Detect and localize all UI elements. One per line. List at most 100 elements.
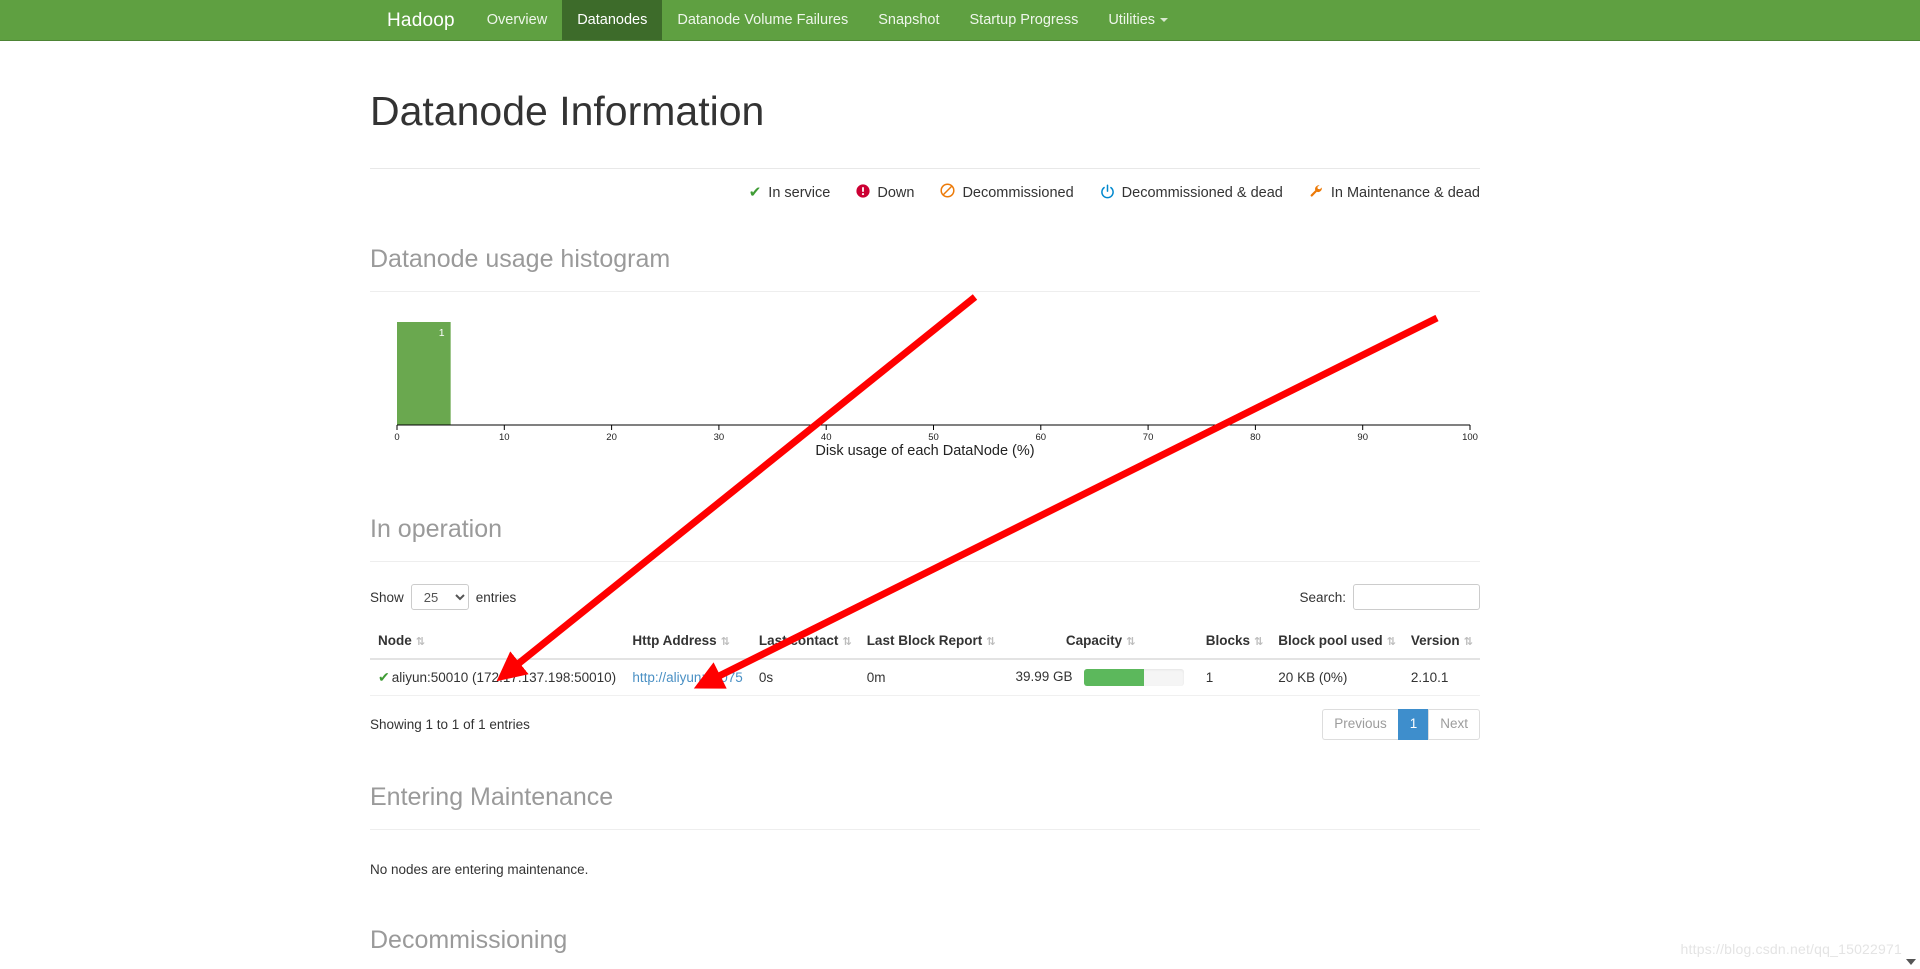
main-container: Datanode Information ✔ In service Down D…: [370, 41, 1480, 955]
col-header-version[interactable]: Version ⇅: [1402, 624, 1480, 661]
sort-icon-last-contact: ⇅: [842, 635, 851, 649]
col-header-node[interactable]: Node ⇅: [370, 624, 625, 661]
status-legend: ✔ In service Down Decommissioned Decommi…: [370, 169, 1480, 202]
page-size-select[interactable]: 2550100: [410, 584, 469, 611]
table-row: ✔ aliyun:50010 (172.17.137.198:50010) http…: [370, 659, 1480, 697]
nav-label-utilities: Utilities: [1108, 12, 1156, 28]
page-title: Datanode Information: [370, 88, 765, 134]
in-operation-divider: [370, 561, 1480, 563]
histogram-tick-label-2: 20: [606, 432, 617, 443]
top-navbar: Hadoop Overview Datanodes Datanode Volum…: [0, 0, 1920, 41]
table-controls: Show 2550100 entries Search:: [370, 584, 1480, 611]
check-icon: ✔: [378, 669, 390, 686]
brand-hadoop[interactable]: Hadoop: [370, 0, 472, 40]
entering-maintenance-divider: [370, 828, 1480, 830]
nav-item-datanode-volume-failures[interactable]: Datanode Volume Failures: [662, 0, 863, 40]
capacity-value: 39.99 GB: [1015, 669, 1073, 685]
show-entries-control: Show 2550100 entries: [370, 584, 517, 611]
nav-item-datanodes[interactable]: Datanodes: [562, 0, 663, 40]
histogram-tick-label-0: 0: [394, 432, 399, 443]
col-header-blocks[interactable]: Blocks ⇅: [1197, 624, 1271, 661]
cell-http-address: http://aliyun:50075: [624, 659, 751, 697]
histogram-tick-label-4: 40: [821, 432, 832, 443]
chevron-down-icon: [1160, 18, 1169, 23]
histogram-bar-label-0: 1: [439, 327, 445, 339]
http-address-link[interactable]: http://aliyun:50075: [632, 670, 742, 685]
histogram-tick-label-7: 70: [1143, 432, 1154, 443]
col-label-block-pool-used: Block pool used: [1278, 633, 1383, 649]
nav-label-datanodes: Datanodes: [577, 12, 648, 28]
col-label-blocks: Blocks: [1205, 633, 1251, 649]
cell-version: 2.10.1: [1402, 659, 1480, 697]
entries-label: entries: [475, 589, 517, 605]
section-heading-entering-maintenance: Entering Maintenance: [370, 782, 614, 811]
sort-icon-last-block-report: ⇅: [986, 635, 995, 649]
legend-label-decommissioned: Decommissioned: [962, 184, 1074, 201]
legend-item-decommissioned: Decommissioned: [940, 183, 1074, 202]
table-head: Node ⇅ Http Address ⇅ Last contact ⇅ Last B…: [370, 624, 1480, 661]
nav-item-startup-progress[interactable]: Startup Progress: [955, 0, 1094, 40]
col-label-version: Version: [1410, 633, 1460, 649]
histogram-tick-label-1: 10: [499, 432, 510, 443]
histogram-x-axis-label: Disk usage of each DataNode (%): [815, 443, 1034, 459]
scroll-down-arrow-icon[interactable]: [1906, 959, 1916, 965]
power-icon: [1100, 184, 1115, 202]
search-control: Search:: [1299, 584, 1480, 611]
show-label: Show: [370, 589, 404, 605]
watermark: https://blog.csdn.net/qq_15022971: [1680, 941, 1902, 957]
histogram-tick-label-3: 30: [714, 432, 725, 443]
col-header-block-pool-used[interactable]: Block pool used ⇅: [1270, 624, 1403, 661]
col-label-capacity: Capacity: [1065, 633, 1123, 649]
search-input[interactable]: [1353, 584, 1480, 611]
pagination-page-1[interactable]: 1: [1397, 709, 1429, 740]
cell-node: ✔ aliyun:50010 (172.17.137.198:50010): [370, 659, 625, 697]
sort-icon-version: ⇅: [1463, 635, 1473, 649]
sort-icon-http-address: ⇅: [720, 635, 730, 649]
col-header-capacity[interactable]: Capacity ⇅: [1002, 624, 1198, 661]
decommission-icon: [940, 183, 955, 202]
node-name: aliyun:50010 (172.17.137.198:50010): [391, 670, 617, 686]
col-label-last-contact: Last contact: [758, 633, 839, 649]
col-header-http-address[interactable]: Http Address ⇅: [624, 624, 751, 661]
cell-last-contact: 0s: [750, 659, 859, 697]
legend-label-down: Down: [877, 184, 915, 201]
down-icon: [856, 184, 870, 201]
legend-label-decommissioned-dead: Decommissioned & dead: [1121, 184, 1283, 201]
nav-label-overview: Overview: [486, 12, 548, 28]
sort-icon-block-pool-used: ⇅: [1386, 635, 1396, 649]
histogram-tick-label-10: 100: [1462, 432, 1478, 443]
datanodes-table: Node ⇅ Http Address ⇅ Last contact ⇅ Last B…: [370, 624, 1480, 697]
pagination-next[interactable]: Next: [1428, 709, 1480, 740]
entering-maintenance-empty-message: No nodes are entering maintenance.: [370, 861, 589, 877]
table-footer: Showing 1 to 1 of 1 entries Previous 1 N…: [370, 709, 1480, 740]
col-label-last-block-report: Last Block Report: [866, 633, 983, 649]
histogram-tick-label-8: 80: [1250, 432, 1261, 443]
col-header-last-contact[interactable]: Last contact ⇅: [750, 624, 859, 661]
sort-icon-blocks: ⇅: [1254, 635, 1263, 649]
cell-blocks: 1: [1197, 659, 1271, 697]
nav-label-startup-progress: Startup Progress: [969, 12, 1079, 28]
nav-label-datanode-volume-failures: Datanode Volume Failures: [677, 12, 849, 28]
histogram-tick-label-9: 90: [1357, 432, 1368, 443]
nav-item-snapshot[interactable]: Snapshot: [863, 0, 954, 40]
cell-block-pool-used: 20 KB (0%): [1270, 659, 1403, 697]
pagination-previous[interactable]: Previous: [1322, 709, 1398, 740]
table-info: Showing 1 to 1 of 1 entries: [370, 717, 530, 733]
check-icon: ✔: [748, 184, 762, 202]
sort-icon-node: ⇅: [415, 635, 425, 649]
col-header-last-block-report[interactable]: Last Block Report ⇅: [858, 624, 1003, 661]
nav-item-overview[interactable]: Overview: [472, 0, 562, 40]
section-heading-in-operation: In operation: [370, 515, 503, 544]
nav-item-utilities[interactable]: Utilities: [1093, 0, 1183, 40]
wrench-icon: [1309, 184, 1324, 202]
nav-label-snapshot: Snapshot: [878, 12, 940, 28]
page-root: Hadoop Overview Datanodes Datanode Volum…: [0, 0, 1920, 969]
col-label-node: Node: [378, 633, 412, 649]
table-header-row: Node ⇅ Http Address ⇅ Last contact ⇅ Last B…: [370, 624, 1480, 661]
legend-item-down: Down: [856, 184, 914, 201]
search-label: Search:: [1299, 589, 1346, 605]
cell-last-block-report: 0m: [858, 659, 1003, 697]
section-heading-histogram: Datanode usage histogram: [370, 245, 671, 274]
legend-item-in-maintenance-dead: In Maintenance & dead: [1309, 184, 1480, 202]
sort-icon-capacity: ⇅: [1126, 635, 1135, 649]
